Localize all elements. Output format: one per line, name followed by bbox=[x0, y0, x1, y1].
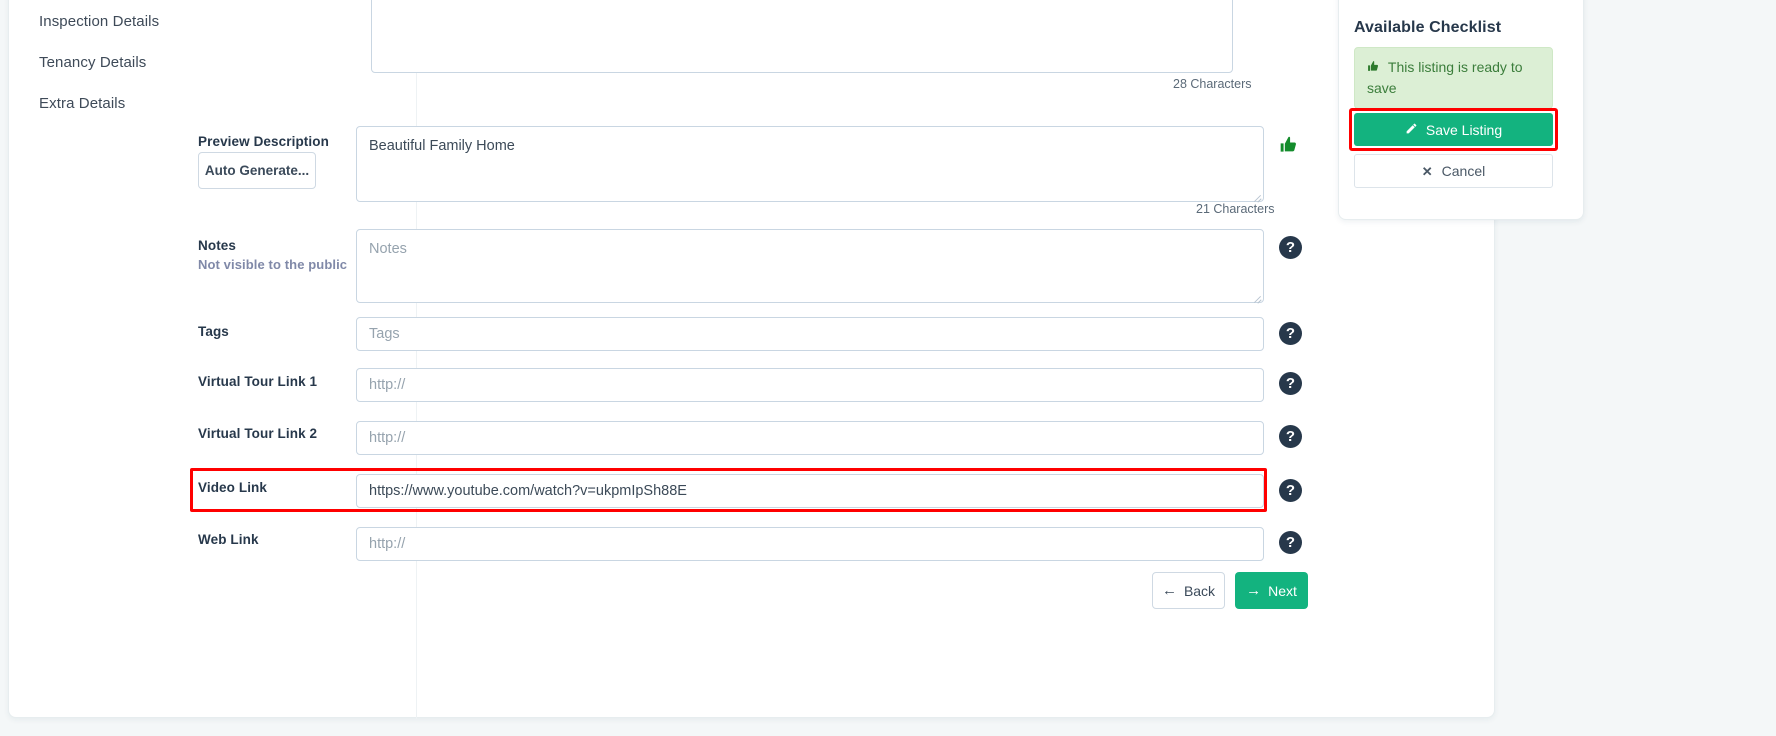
thumbs-up-icon bbox=[1279, 135, 1299, 159]
sidebar-item-inspection-details[interactable]: Inspection Details bbox=[39, 13, 159, 30]
cancel-button[interactable]: ✕ Cancel bbox=[1354, 154, 1553, 188]
description-textarea[interactable] bbox=[371, 0, 1233, 73]
tags-input[interactable] bbox=[356, 317, 1264, 351]
tags-label: Tags bbox=[198, 324, 229, 339]
help-icon[interactable]: ? bbox=[1279, 372, 1302, 395]
help-icon[interactable]: ? bbox=[1279, 322, 1302, 345]
virtual-tour-link-2-input[interactable] bbox=[356, 421, 1264, 455]
video-link-input[interactable] bbox=[356, 474, 1264, 508]
help-icon[interactable]: ? bbox=[1279, 236, 1302, 259]
cancel-button-label: Cancel bbox=[1441, 163, 1486, 179]
preview-description-input[interactable] bbox=[356, 126, 1264, 202]
sidebar-item-extra-details[interactable]: Extra Details bbox=[39, 95, 125, 112]
notes-label: Notes bbox=[198, 238, 237, 253]
back-button-label: Back bbox=[1183, 582, 1216, 599]
available-checklist-panel: Available Checklist This listing is read… bbox=[1338, 0, 1584, 220]
sidebar-item-tenancy-details[interactable]: Tenancy Details bbox=[39, 54, 146, 71]
checklist-title: Available Checklist bbox=[1354, 19, 1502, 36]
next-button-label: Next bbox=[1268, 582, 1297, 599]
ready-status-message: This listing is ready to save bbox=[1354, 47, 1553, 109]
sidebar-item-label: Tenancy Details bbox=[39, 54, 147, 71]
help-icon[interactable]: ? bbox=[1279, 479, 1302, 502]
preview-description-character-counter: 21 Characters bbox=[1196, 202, 1275, 216]
save-listing-button[interactable]: Save Listing bbox=[1354, 113, 1553, 146]
next-button[interactable]: → Next bbox=[1235, 572, 1308, 609]
virtual-tour-link-1-label: Virtual Tour Link 1 bbox=[198, 374, 318, 389]
virtual-tour-link-2-label: Virtual Tour Link 2 bbox=[198, 426, 318, 441]
arrow-left-icon: ← bbox=[1161, 582, 1177, 599]
notes-sublabel: Not visible to the public bbox=[198, 257, 348, 272]
arrow-right-icon: → bbox=[1246, 582, 1262, 599]
auto-generate-button[interactable]: Auto Generate... bbox=[198, 152, 316, 189]
video-link-label: Video Link bbox=[198, 480, 268, 495]
sidebar-item-label: Extra Details bbox=[39, 95, 126, 112]
save-listing-label: Save Listing bbox=[1425, 121, 1503, 138]
notes-input[interactable] bbox=[356, 229, 1264, 303]
page-root: Inspection Details Tenancy Details Extra… bbox=[0, 0, 1776, 736]
thumbs-up-icon bbox=[1367, 59, 1384, 75]
preview-description-label: Preview Description bbox=[198, 134, 329, 149]
ready-status-text: This listing is ready to save bbox=[1367, 59, 1523, 96]
description-character-counter: 28 Characters bbox=[1173, 77, 1252, 91]
pencil-icon bbox=[1405, 122, 1418, 137]
listing-form-card: Inspection Details Tenancy Details Extra… bbox=[8, 0, 1495, 719]
form-section-nav: Inspection Details Tenancy Details Extra… bbox=[9, 0, 417, 719]
help-icon[interactable]: ? bbox=[1279, 425, 1302, 448]
back-button[interactable]: ← Back bbox=[1152, 572, 1225, 609]
web-link-input[interactable] bbox=[356, 527, 1264, 561]
virtual-tour-link-1-input[interactable] bbox=[356, 368, 1264, 402]
sidebar-item-label: Inspection Details bbox=[39, 13, 160, 30]
help-icon[interactable]: ? bbox=[1279, 531, 1302, 554]
web-link-label: Web Link bbox=[198, 532, 259, 547]
close-icon: ✕ bbox=[1421, 163, 1433, 179]
